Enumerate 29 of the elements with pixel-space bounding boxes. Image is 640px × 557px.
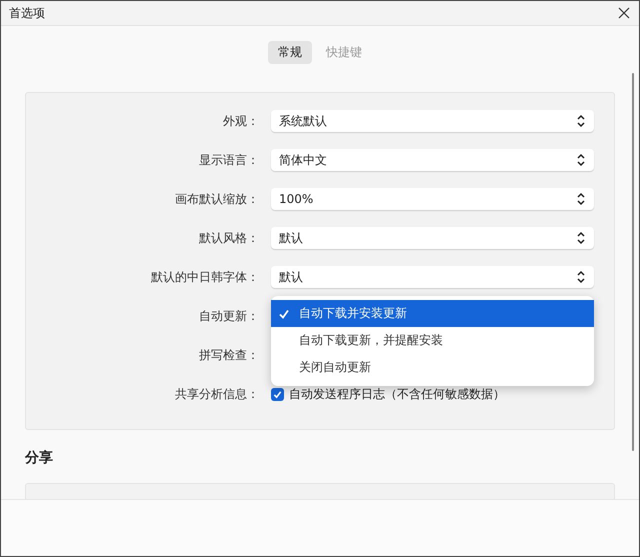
dropdown-select[interactable]: 简体中文 <box>271 149 594 171</box>
menu-option[interactable]: 关闭自动更新 <box>271 354 594 381</box>
setting-label: 显示语言： <box>198 152 260 168</box>
setting-label: 拼写检查： <box>198 346 260 364</box>
checkbox[interactable] <box>271 388 284 400</box>
window-title: 首选项 <box>9 4 45 22</box>
dropdown-select[interactable]: 100% <box>271 188 594 210</box>
scrollbar[interactable] <box>632 73 634 451</box>
menu-option[interactable]: 自动下载并安装更新 <box>271 300 594 327</box>
chevron-icon <box>576 270 586 284</box>
setting-label: 自动更新： <box>198 308 260 324</box>
dropdown-select[interactable]: 默认 <box>271 227 594 249</box>
section-heading: 分享 <box>25 449 54 467</box>
chevron-icon <box>576 192 586 206</box>
setting-label: 画布默认缩放： <box>174 190 260 208</box>
tab[interactable]: 常规 <box>268 41 312 64</box>
dropdown-select[interactable]: 默认 <box>271 266 594 288</box>
checkbox-label: 自动发送程序日志（不含任何敏感数据） <box>289 386 505 402</box>
menu-option[interactable]: 自动下载更新，并提醒安装 <box>271 327 594 354</box>
setting-label: 共享分析信息： <box>174 386 260 402</box>
close-icon[interactable] <box>617 6 631 20</box>
check-icon <box>278 308 290 320</box>
chevron-icon <box>576 114 586 128</box>
dropdown-select[interactable]: 系统默认 <box>271 110 594 132</box>
chevron-icon <box>576 231 586 245</box>
setting-label: 外观： <box>222 112 260 130</box>
chevron-icon <box>576 153 586 167</box>
setting-label: 默认风格： <box>198 230 260 246</box>
setting-label: 默认的中日韩字体： <box>150 268 260 286</box>
